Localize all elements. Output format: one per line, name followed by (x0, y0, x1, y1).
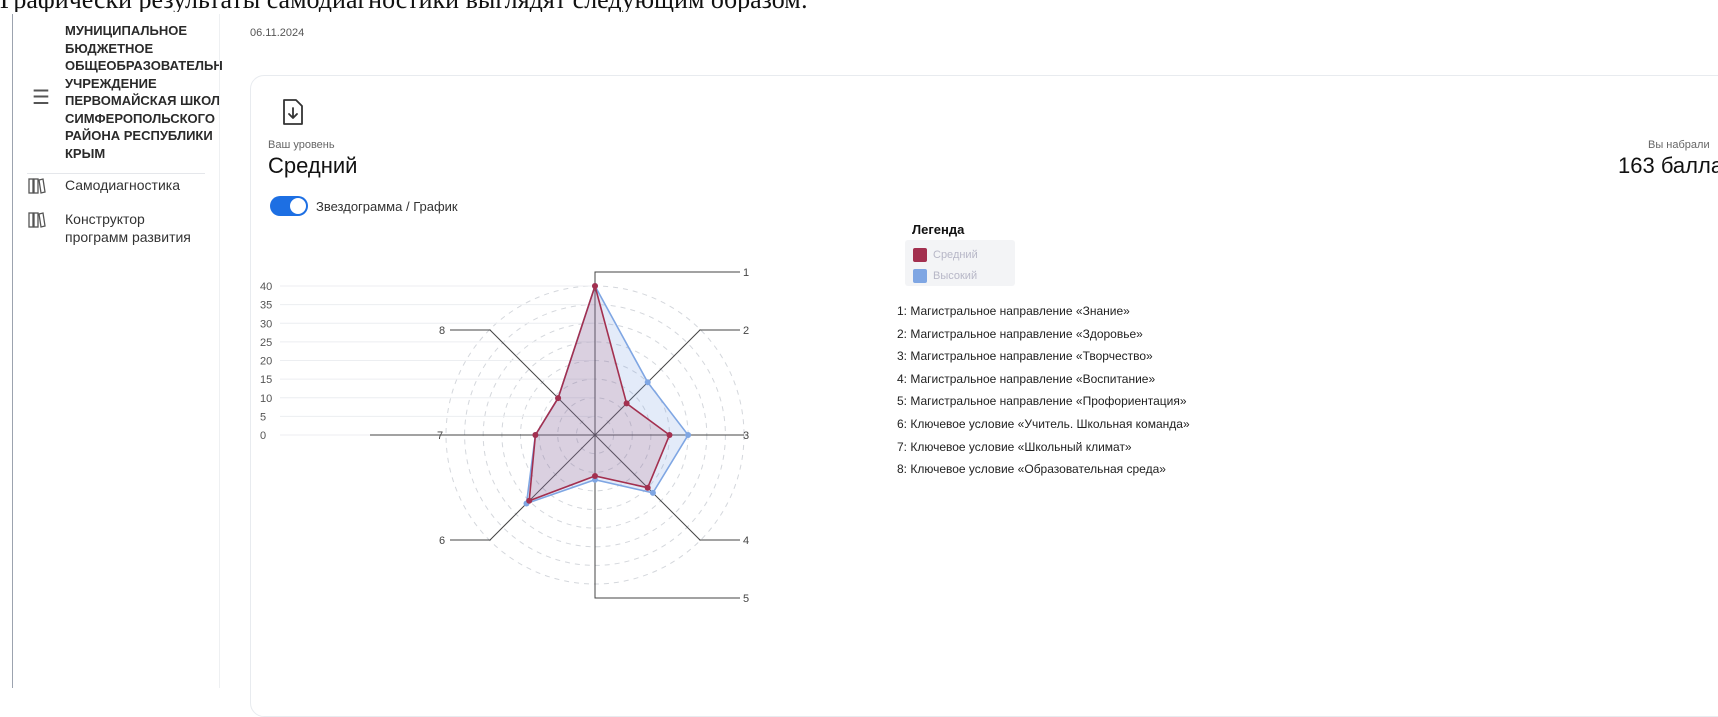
radar-chart: 40 35 30 25 20 15 10 5 0 1 2 3 4 5 6 7 8 (260, 240, 780, 640)
radar-axis-label: 6 (439, 535, 445, 547)
legend-title: Легенда (912, 222, 964, 237)
chart-view-toggle[interactable] (270, 196, 308, 216)
radar-axis-label: 2 (743, 325, 749, 337)
score-caption: Вы набрали (1648, 139, 1718, 151)
radar-data-point (650, 490, 656, 496)
level-value: Средний (268, 153, 357, 179)
legend-item-medium[interactable]: Средний (913, 248, 978, 262)
radar-scale-tick-label: 40 (260, 281, 272, 293)
sidebar-item-label: Конструктор программ развития (65, 210, 191, 246)
legend-swatch (913, 269, 927, 283)
legend-label: Средний (933, 249, 978, 261)
sidebar-item-self-diagnostics[interactable]: Самодиагностика (27, 176, 180, 196)
radar-data-point (645, 379, 651, 385)
legend-swatch (913, 248, 927, 262)
report-date: 06.11.2024 (250, 27, 304, 39)
radar-scale-tick-label: 20 (260, 356, 272, 368)
axis-description: 4: Магистральное направление «Воспитание… (897, 368, 1190, 391)
radar-scale-tick-label: 0 (260, 430, 266, 442)
radar-scale-tick-label: 15 (260, 374, 272, 386)
books-icon (27, 176, 47, 196)
sidebar-divider (27, 173, 205, 174)
radar-scale-tick-label: 30 (260, 318, 272, 330)
radar-data-point (624, 400, 630, 406)
organization-name: МУНИЦИПАЛЬНОЕ БЮДЖЕТНОЕ ОБЩЕОБРАЗОВАТЕЛЬ… (65, 22, 223, 162)
radar-scale-tick-label: 35 (260, 300, 272, 312)
axis-description: 1: Магистральное направление «Знание» (897, 300, 1190, 323)
sidebar-item-label: Самодиагностика (65, 176, 180, 194)
radar-data-point (667, 432, 673, 438)
radar-data-point (645, 485, 651, 491)
axis-description: 3: Магистральное направление «Творчество… (897, 345, 1190, 368)
radar-axis-label: 1 (743, 267, 749, 279)
legend-label: Высокий (933, 270, 977, 282)
axis-description: 7: Ключевое условие «Школьный климат» (897, 436, 1190, 459)
radar-leader-line (595, 584, 740, 598)
books-icon (27, 210, 47, 230)
radar-data-point (526, 498, 532, 504)
page-margin-line (12, 14, 13, 688)
axis-description: 5: Магистральное направление «Профориент… (897, 390, 1190, 413)
axis-description: 6: Ключевое условие «Учитель. Школьная к… (897, 413, 1190, 436)
axis-descriptions: 1: Магистральное направление «Знание» 2:… (897, 300, 1190, 481)
sidebar-border (219, 14, 220, 688)
radar-scale-tick-label: 10 (260, 393, 272, 405)
radar-axis-label: 8 (439, 325, 445, 337)
radar-data-point (592, 473, 598, 479)
legend-item-high[interactable]: Высокий (913, 269, 977, 283)
radar-scale-tick-label: 5 (260, 411, 266, 423)
download-file-icon[interactable] (280, 98, 306, 126)
toggle-knob (290, 198, 306, 214)
radar-axis-label: 3 (743, 430, 749, 442)
axis-description: 8: Ключевое условие «Образовательная сре… (897, 458, 1190, 481)
radar-leader-line (595, 272, 740, 286)
radar-data-point (555, 395, 561, 401)
radar-axis-label: 5 (743, 593, 749, 605)
axis-description: 2: Магистральное направление «Здоровье» (897, 323, 1190, 346)
toggle-label: Звездограмма / График (316, 199, 458, 214)
radar-data-point (685, 432, 691, 438)
radar-scale-tick-label: 25 (260, 337, 272, 349)
radar-axis-label: 4 (743, 535, 749, 547)
radar-axis-label: 7 (437, 430, 443, 442)
radar-data-point (592, 283, 598, 289)
sidebar-item-development-programs[interactable]: Конструктор программ развития (27, 210, 191, 246)
hamburger-icon[interactable]: ☰ (32, 88, 50, 108)
level-caption: Ваш уровень (268, 139, 335, 151)
document-heading: Графически результаты самодиагностики вы… (0, 0, 1718, 12)
radar-data-point (532, 432, 538, 438)
score-value: 163 балла (1618, 153, 1718, 179)
